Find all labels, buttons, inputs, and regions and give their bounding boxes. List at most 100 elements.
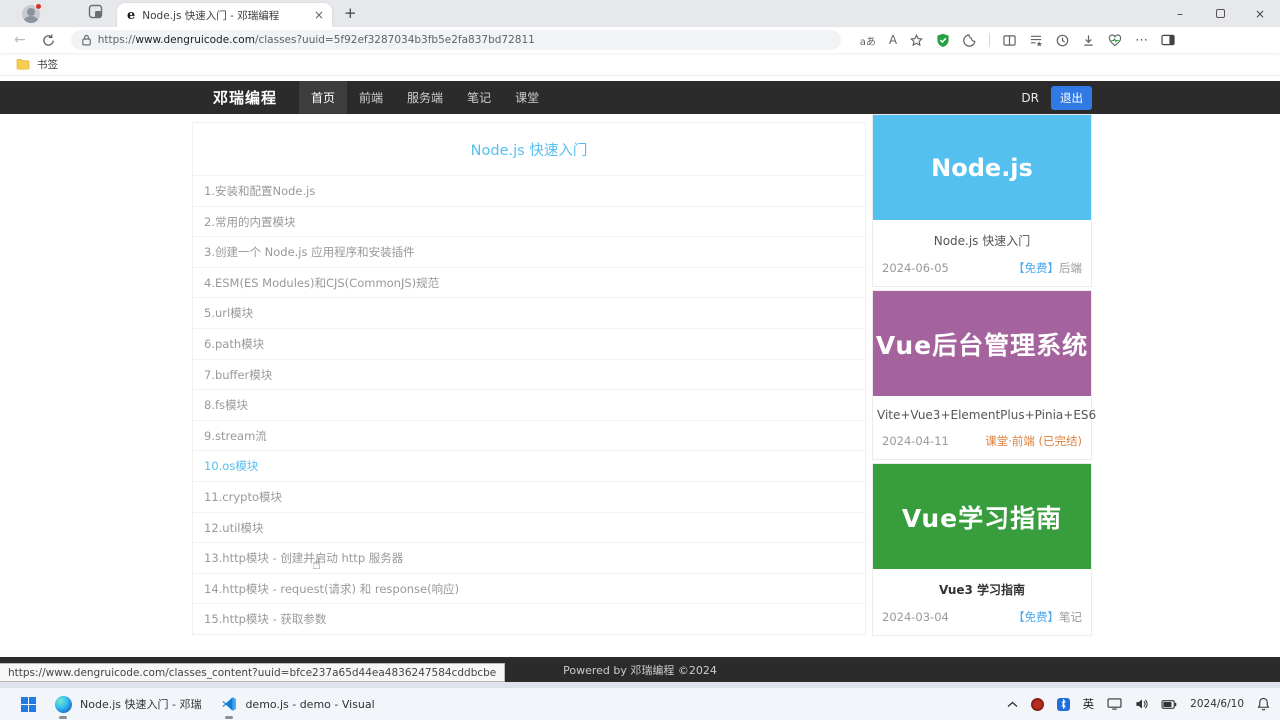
url-bar[interactable]: https://www.dengruicode.com/classes?uuid… [70,30,841,50]
split-screen-icon[interactable] [1003,34,1016,47]
cookie-extension-icon[interactable] [963,33,976,47]
tray-chevron-icon[interactable] [1007,701,1018,708]
banner-text: Vue学习指南 [901,503,1063,533]
window-controls: – × [1160,0,1280,27]
lesson-item[interactable]: 14.http模块 - request(请求) 和 response(响应) [193,572,865,604]
lesson-item[interactable]: 15.http模块 - 获取参数 [193,603,865,634]
site-header: 邓瑞编程 首页 前端 服务端 笔记 课堂 DR 退出 [0,81,1280,114]
maximize-button[interactable] [1200,0,1240,27]
course-date: 2024-03-04 [882,610,949,624]
lesson-item[interactable]: 4.ESM(ES Modules)和CJS(CommonJS)规范 [193,266,865,298]
refresh-button[interactable] [42,33,55,47]
adblock-shield-icon[interactable] [936,33,950,48]
course-card-title[interactable]: Vite+Vue3+ElementPlus+Pinia+ES6 [873,396,1096,424]
toolbar-actions: aあ A ⋯ [847,33,1189,48]
course-card[interactable]: Vue后台管理系统 Vite+Vue3+ElementPlus+Pinia+ES… [872,290,1096,460]
lesson-list-panel: Node.js 快速入门 1.安装和配置Node.js 2.常用的内置模块 3.… [192,122,866,635]
lesson-item[interactable]: 5.url模块 [193,297,865,328]
bookmark-folder-label[interactable]: 书签 [37,57,58,72]
lesson-item[interactable]: 2.常用的内置模块 [193,205,865,237]
status-bar-link-preview: https://www.dengruicode.com/classes_cont… [0,663,506,682]
network-icon[interactable] [1107,698,1122,710]
nav-item-notes[interactable]: 笔记 [455,81,503,114]
browser-tab-strip: e Node.js 快速入门 - 邓瑞编程 × + – × [0,0,1280,27]
vscode-icon [222,697,237,711]
course-tags: 课堂·前端 (已完结) [985,434,1082,448]
browser-toolbar: ← https://www.dengruicode.com/classes?uu… [0,27,1280,53]
course-banner: Node.js [873,115,1091,220]
close-button[interactable]: × [1240,0,1280,27]
site-nav: 首页 前端 服务端 笔记 课堂 [299,81,551,114]
downloads-icon[interactable] [1082,34,1095,47]
course-card-title[interactable]: Node.js 快速入门 [873,220,1091,251]
course-card-meta: 2024-04-11 课堂·前端 (已完结) [873,424,1091,459]
favorite-star-icon[interactable] [910,33,924,47]
url-text: https://www.dengruicode.com/classes?uuid… [97,34,535,46]
taskbar-app-label: demo.js - demo - Visual [245,697,375,711]
browser-essentials-icon[interactable] [1108,33,1122,47]
browser-profile-button[interactable] [22,2,42,23]
lesson-item[interactable]: 7.buffer模块 [193,358,865,390]
banner-text: Node.js [931,153,1033,182]
course-date: 2024-06-05 [882,261,949,275]
more-menu-icon[interactable]: ⋯ [1135,33,1148,48]
tab-title: Node.js 快速入门 - 邓瑞编程 [142,9,280,22]
nav-item-frontend[interactable]: 前端 [347,81,395,114]
web-page: 邓瑞编程 首页 前端 服务端 笔记 课堂 DR 退出 Node.js 快速入门 … [0,76,1280,682]
user-initials[interactable]: DR [1021,91,1039,105]
footer-text: Powered by 邓瑞编程 ©2024 [563,663,717,677]
lesson-item[interactable]: 13.http模块 - 创建并启动 http 服务器 [193,542,865,573]
lesson-item[interactable]: 9.stream流 [193,419,865,451]
maximize-icon [1215,9,1225,18]
bluetooth-icon[interactable] [1056,697,1070,711]
minimize-button[interactable]: – [1160,0,1200,27]
course-banner: Vue学习指南 [873,464,1091,569]
lesson-item[interactable]: 11.crypto模块 [193,480,865,512]
system-tray: 英 2024/6/10 [1007,688,1280,720]
site-favicon: e [127,7,136,23]
nav-item-home[interactable]: 首页 [299,81,348,114]
notification-dot [35,2,42,10]
lesson-item[interactable]: 3.创建一个 Node.js 应用程序和安装插件 [193,236,865,267]
ime-indicator[interactable]: 英 [1083,696,1095,712]
course-card[interactable]: Vue学习指南 Vue3 学习指南 2024-03-04 【免费】笔记 [872,463,1092,636]
active-app-indicator [59,715,67,719]
lesson-item[interactable]: 1.安装和配置Node.js [193,175,865,206]
notification-bell-icon[interactable] [1257,697,1270,711]
sidebar-toggle-icon[interactable] [1161,34,1175,46]
lesson-item[interactable]: 12.util模块 [193,511,865,543]
course-card[interactable]: Node.js Node.js 快速入门 2024-06-05 【免费】后端 [872,114,1092,287]
taskbar-app-vscode[interactable]: demo.js - demo - Visual [211,688,384,720]
back-button[interactable]: ← [14,32,26,48]
lesson-item[interactable]: 8.fs模块 [193,389,865,420]
collections-icon[interactable] [1029,34,1043,47]
course-card-title[interactable]: Vue3 学习指南 [873,569,1091,600]
tab-close-icon[interactable]: × [314,8,324,22]
edge-icon [55,695,72,713]
volume-icon[interactable] [1135,698,1148,710]
workspaces-icon[interactable] [88,4,103,23]
start-button[interactable] [12,688,45,720]
logout-button[interactable]: 退出 [1051,85,1092,110]
history-icon[interactable] [1056,34,1069,47]
nav-item-backend[interactable]: 服务端 [395,81,455,114]
course-card-meta: 2024-06-05 【免费】后端 [873,251,1091,286]
new-tab-button[interactable]: + [344,6,357,21]
tray-date[interactable]: 2024/6/10 [1190,698,1244,710]
recording-indicator-icon[interactable] [1030,697,1044,711]
lesson-item-hovered[interactable]: 10.os模块 [193,450,865,481]
translate-icon[interactable]: aあ [860,33,876,48]
bookmarks-bar: 书签 [0,53,1280,76]
nav-item-classroom[interactable]: 课堂 [503,81,551,114]
taskbar-app-edge[interactable]: Node.js 快速入门 - 邓瑞 [45,688,211,720]
windows-taskbar: Node.js 快速入门 - 邓瑞 demo.js - demo - Visua… [0,687,1280,720]
active-app-indicator [225,715,234,719]
lesson-item[interactable]: 6.path模块 [193,327,865,359]
site-brand[interactable]: 邓瑞编程 [213,87,277,108]
mouse-cursor-icon: ☝ [312,555,322,573]
browser-tab[interactable]: e Node.js 快速入门 - 邓瑞编程 × [117,3,332,27]
main-content: Node.js 快速入门 1.安装和配置Node.js 2.常用的内置模块 3.… [0,114,1280,657]
battery-icon[interactable] [1161,699,1177,709]
bookmark-folder-icon[interactable] [16,58,30,70]
read-aloud-icon[interactable]: A [889,33,897,47]
